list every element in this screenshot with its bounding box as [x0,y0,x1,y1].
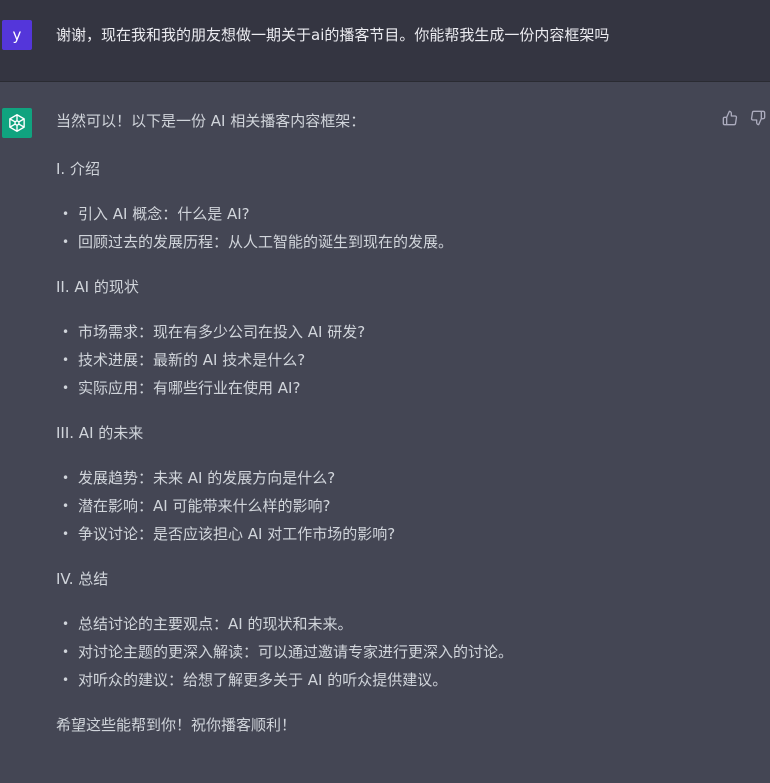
intro-paragraph: 当然可以！以下是一份 AI 相关播客内容框架： [56,112,366,130]
section-heading: II. AI 的现状 [56,278,139,296]
list-item: • 对听众的建议：给想了解更多关于 AI 的听众提供建议。 [62,671,448,689]
feedback-buttons [722,110,766,126]
assistant-message-row: 当然可以！以下是一份 AI 相关播客内容框架： I. 介绍 • 引入 AI 概念：… [0,82,770,783]
list-item: • 总结讨论的主要观点：AI 的现状和未来。 [62,615,353,633]
list-item: • 发展趋势：未来 AI 的发展方向是什么? [62,469,336,487]
list-item: • 市场需求：现在有多少公司在投入 AI 研发? [62,323,366,341]
section-heading: IV. 总结 [56,570,109,588]
list-item: • 对讨论主题的更深入解读：可以通过邀请专家进行更深入的讨论。 [62,643,514,661]
list-item: • 争议讨论：是否应该担心 AI 对工作市场的影响? [62,525,396,543]
assistant-message-content: 当然可以！以下是一份 AI 相关播客内容框架： I. 介绍 • 引入 AI 概念：… [56,110,716,736]
section-heading: III. AI 的未来 [56,424,144,442]
section-heading: I. 介绍 [56,160,100,178]
openai-logo-icon [2,108,32,138]
list-item: • 引入 AI 概念：什么是 AI? [62,205,250,223]
thumbs-down-icon[interactable] [750,110,766,126]
section-list: • 引入 AI 概念：什么是 AI? • 回顾过去的发展历程：从人工智能的诞生到现在… [56,200,716,256]
section-list: • 总结讨论的主要观点：AI 的现状和未来。 • 对讨论主题的更深入解读：可以通过邀… [56,610,716,694]
section-list: • 发展趋势：未来 AI 的发展方向是什么? • 潜在影响：AI 可能带来什么样的影… [56,464,716,548]
user-message-text: 谢谢，现在我和我的朋友想做一期关于ai的播客节目。你能帮我生成一份内容框架吗 [56,26,610,44]
user-avatar: y [2,20,32,50]
closing-paragraph: 希望这些能帮到你！祝你播客顺利！ [56,716,297,734]
list-item: • 技术进展：最新的 AI 技术是什么? [62,351,306,369]
user-message-row: y 谢谢，现在我和我的朋友想做一期关于ai的播客节目。你能帮我生成一份内容框架吗 [0,0,770,82]
list-item: • 实际应用：有哪些行业在使用 AI? [62,379,301,397]
section-list: • 市场需求：现在有多少公司在投入 AI 研发? • 技术进展：最新的 AI 技术是… [56,318,716,402]
thumbs-up-icon[interactable] [722,110,738,126]
list-item: • 潜在影响：AI 可能带来什么样的影响? [62,497,331,515]
list-item: • 回顾过去的发展历程：从人工智能的诞生到现在的发展。 [62,233,454,251]
